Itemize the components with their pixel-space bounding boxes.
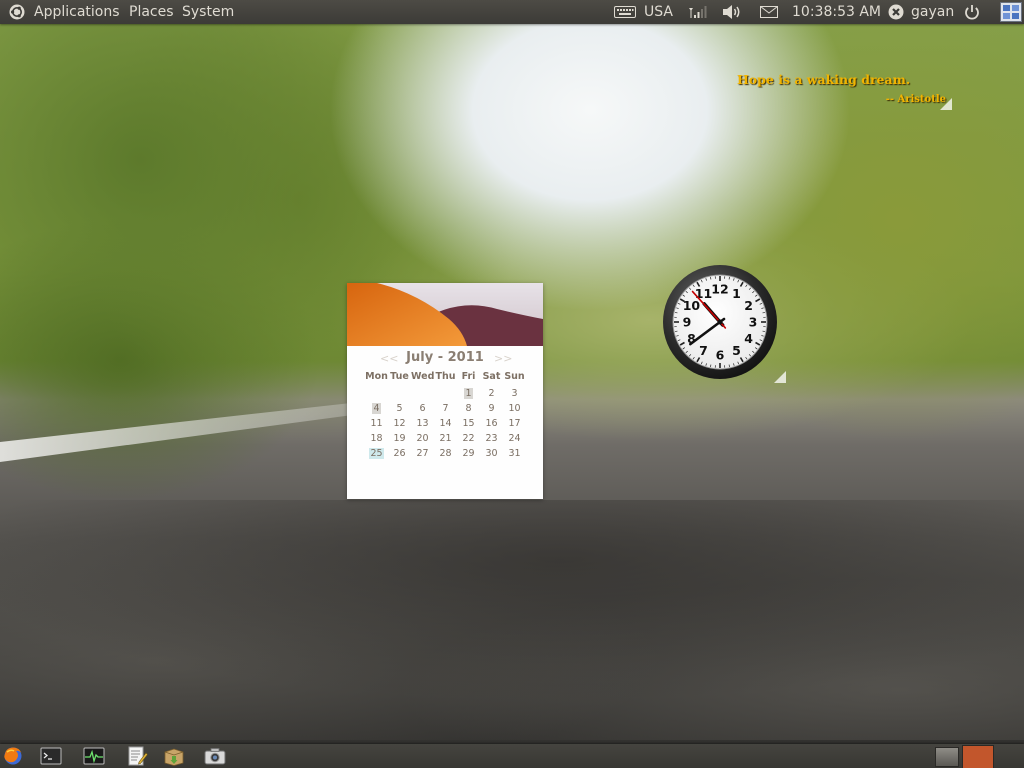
calendar-grid: Mon Tue Wed Thu Fri Sat Sun 1 2 3 4 5 6 7 8 9 10 11 12 13 14… [365, 371, 527, 461]
workspace-indicator-icon[interactable] [1000, 2, 1022, 22]
text-editor-icon[interactable] [126, 746, 148, 766]
calendar-weekday-header: Sat [482, 371, 501, 382]
calendar-next-month-button[interactable]: >> [494, 352, 512, 365]
volume-icon[interactable] [722, 4, 742, 20]
calendar-weekday-header: Thu [435, 371, 456, 382]
panel-clock[interactable]: 10:38:53 AM [792, 0, 881, 24]
archive-manager-icon[interactable] [163, 746, 185, 766]
calendar-day[interactable]: 22 [457, 431, 480, 446]
clock-numeral: 1 [732, 286, 741, 301]
calendar-day[interactable]: 27 [411, 446, 434, 461]
screenshot-icon[interactable] [204, 746, 226, 766]
calendar-day[interactable]: 20 [411, 431, 434, 446]
calendar-day[interactable]: 19 [388, 431, 411, 446]
power-icon[interactable] [964, 4, 980, 20]
top-panel: Applications Places System USA 10:38:53 … [0, 0, 1024, 24]
desktop[interactable]: Applications Places System USA 10:38:53 … [0, 0, 1024, 768]
quote-author: -- Aristotle [885, 94, 946, 105]
calendar-day[interactable]: 26 [388, 446, 411, 461]
calendar-day[interactable]: 10 [503, 401, 526, 416]
calendar-day[interactable]: 21 [434, 431, 457, 446]
keyboard-icon[interactable] [614, 6, 636, 18]
calendar-day[interactable]: 16 [480, 416, 503, 431]
clock-numeral: 3 [749, 315, 758, 330]
calendar-day[interactable]: 28 [434, 446, 457, 461]
clock-numeral: 7 [699, 343, 708, 358]
calendar-day[interactable]: 12 [388, 416, 411, 431]
quote-resize-handle[interactable] [940, 98, 952, 110]
calendar-day[interactable]: 11 [365, 416, 388, 431]
calendar-day[interactable]: 17 [503, 416, 526, 431]
calendar-month-title: July - 2011 [406, 350, 484, 365]
calendar-day[interactable]: 23 [480, 431, 503, 446]
clock-numeral: 11 [695, 286, 712, 301]
calendar-day[interactable]: 2 [480, 386, 503, 401]
calendar-day[interactable]: 30 [480, 446, 503, 461]
calendar-day[interactable]: 3 [503, 386, 526, 401]
clock-numeral: 12 [711, 282, 728, 297]
clock-numeral: 4 [744, 331, 753, 346]
analog-clock-gadget[interactable]: 12 1234567891011 [662, 264, 778, 380]
calendar-day[interactable]: 24 [503, 431, 526, 446]
calendar-day[interactable]: 6 [411, 401, 434, 416]
terminal-icon[interactable] [40, 746, 62, 766]
system-monitor-icon[interactable] [83, 746, 105, 766]
menu-places[interactable]: Places [129, 0, 174, 24]
quote-gadget[interactable]: Hope is a waking dream. -- Aristotle [722, 70, 952, 110]
clock-numeral: 9 [683, 315, 692, 330]
calendar-weekday-header: Wed [411, 371, 435, 382]
firefox-icon[interactable] [2, 746, 24, 766]
calendar-day[interactable]: 4 [365, 401, 388, 416]
clock-center-cap [717, 319, 723, 325]
calendar-weekday-header: Sun [504, 371, 525, 382]
clock-numeral: 2 [744, 298, 753, 313]
ubuntu-logo-icon[interactable] [9, 4, 25, 20]
clock-numeral: 5 [732, 343, 741, 358]
calendar-weekday-header: Mon [365, 371, 388, 382]
calendar-gadget[interactable]: << July - 2011 >> Mon Tue Wed Thu Fri Sat Sun 1… [347, 283, 543, 499]
calendar-header-image [347, 283, 543, 346]
menu-system[interactable]: System [182, 0, 234, 24]
workspace-switcher[interactable] [962, 745, 994, 768]
calendar-day[interactable]: 14 [434, 416, 457, 431]
calendar-day[interactable]: 7 [434, 401, 457, 416]
keyboard-layout-indicator[interactable]: USA [644, 0, 673, 24]
calendar-weekday-header: Fri [461, 371, 476, 382]
calendar-day[interactable]: 8 [457, 401, 480, 416]
calendar-day[interactable]: 29 [457, 446, 480, 461]
mail-indicator-icon[interactable] [760, 6, 778, 18]
user-status-icon[interactable] [888, 4, 904, 20]
network-signal-icon[interactable] [688, 5, 708, 19]
clock-numeral: 6 [716, 348, 725, 363]
bottom-panel [0, 744, 1024, 768]
calendar-day[interactable]: 13 [411, 416, 434, 431]
calendar-empty-cell [388, 386, 411, 401]
calendar-empty-cell [434, 386, 457, 401]
quote-text: Hope is a waking dream. [737, 72, 911, 87]
calendar-empty-cell [411, 386, 434, 401]
clock-resize-handle[interactable] [774, 371, 786, 383]
show-desktop-button[interactable] [935, 747, 959, 767]
calendar-day[interactable]: 15 [457, 416, 480, 431]
wallpaper-shadow [0, 500, 1024, 740]
calendar-prev-month-button[interactable]: << [380, 352, 398, 365]
calendar-day[interactable]: 31 [503, 446, 526, 461]
calendar-empty-cell [365, 386, 388, 401]
calendar-day[interactable]: 5 [388, 401, 411, 416]
menu-applications[interactable]: Applications [34, 0, 120, 24]
calendar-day[interactable]: 18 [365, 431, 388, 446]
calendar-weekday-header: Tue [390, 371, 409, 382]
user-menu[interactable]: gayan [911, 0, 954, 24]
calendar-header: << July - 2011 >> [347, 350, 543, 368]
calendar-resize-handle[interactable] [531, 487, 543, 499]
calendar-day[interactable]: 1 [457, 386, 480, 401]
calendar-day[interactable]: 25 [365, 446, 388, 461]
calendar-day[interactable]: 9 [480, 401, 503, 416]
